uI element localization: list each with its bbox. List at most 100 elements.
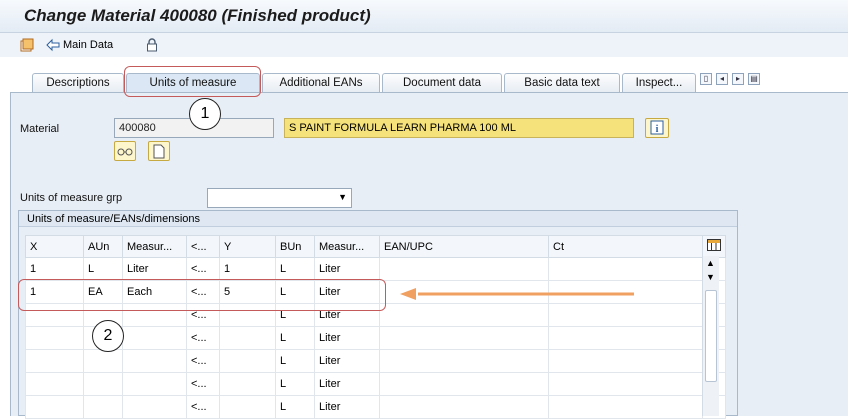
table-row[interactable]: <... L Liter bbox=[25, 395, 726, 419]
cell-aun[interactable] bbox=[83, 395, 123, 419]
display-button[interactable] bbox=[114, 141, 136, 161]
cell-measure: Liter bbox=[122, 257, 187, 281]
cell-measure-base: Liter bbox=[314, 349, 380, 373]
cell-x[interactable] bbox=[25, 326, 84, 350]
tab-label: Document data bbox=[403, 77, 481, 89]
info-icon: i bbox=[646, 120, 668, 140]
cell-x[interactable] bbox=[25, 372, 84, 396]
uom-grp-label: Units of measure grp bbox=[20, 192, 123, 204]
cell-aun[interactable]: L bbox=[83, 257, 123, 281]
cell-ct[interactable] bbox=[548, 349, 703, 373]
table-row[interactable]: <... L Liter bbox=[25, 349, 726, 373]
cell-x[interactable] bbox=[25, 395, 84, 419]
scroll-down-icon[interactable]: ▼ bbox=[706, 272, 715, 282]
cell-ct[interactable] bbox=[548, 326, 703, 350]
table-row[interactable]: <... L Liter bbox=[25, 372, 726, 396]
material-description-field[interactable]: S PAINT FORMULA LEARN PHARMA 100 ML bbox=[284, 118, 634, 138]
highlight-tab-box bbox=[124, 66, 261, 97]
cell-ean[interactable] bbox=[379, 395, 549, 419]
column-header[interactable]: X bbox=[25, 235, 84, 258]
cell-x[interactable]: 1 bbox=[25, 257, 84, 281]
cell-y[interactable] bbox=[219, 395, 276, 419]
table-settings-icon bbox=[707, 239, 721, 254]
cell-measure-base: Liter bbox=[314, 372, 380, 396]
uom-grp-dropdown[interactable]: ▼ bbox=[207, 188, 352, 208]
cell-ean[interactable] bbox=[379, 257, 549, 281]
cell-ean[interactable] bbox=[379, 372, 549, 396]
tab-label: Descriptions bbox=[46, 77, 110, 89]
chevron-down-icon: ▼ bbox=[338, 192, 347, 202]
highlight-row-box bbox=[18, 279, 386, 311]
tab-list-icon[interactable]: ▯ bbox=[700, 73, 712, 85]
cell-ean[interactable] bbox=[379, 303, 549, 327]
tab-document-data[interactable]: Document data bbox=[382, 73, 502, 92]
new-doc-icon bbox=[149, 144, 169, 163]
column-header[interactable]: Y bbox=[219, 235, 276, 258]
application-toolbar: Main Data bbox=[0, 33, 848, 57]
tab-additional-eans[interactable]: Additional EANs bbox=[262, 73, 380, 92]
glasses-icon bbox=[115, 148, 135, 163]
table-row[interactable]: <... L Liter bbox=[25, 326, 726, 350]
cell-ct[interactable] bbox=[548, 372, 703, 396]
column-header[interactable]: Measur... bbox=[122, 235, 187, 258]
cell-y[interactable] bbox=[219, 326, 276, 350]
cell-lt: <... bbox=[186, 257, 220, 281]
scroll-up-icon[interactable]: ▲ bbox=[706, 258, 715, 268]
tab-next-icon[interactable]: ▸ bbox=[732, 73, 744, 85]
back-arrow-icon bbox=[46, 38, 60, 52]
cell-x[interactable] bbox=[25, 349, 84, 373]
lock-button[interactable] bbox=[145, 37, 159, 53]
other-material-button[interactable] bbox=[20, 37, 34, 53]
tab-menu-icon[interactable]: ▤ bbox=[748, 73, 760, 85]
annotation-arrow bbox=[400, 288, 634, 300]
table-settings-button[interactable] bbox=[702, 235, 726, 258]
cell-measure bbox=[122, 395, 187, 419]
svg-text:i: i bbox=[656, 124, 659, 135]
tab-descriptions[interactable]: Descriptions bbox=[32, 73, 124, 92]
tab-label: Additional EANs bbox=[279, 77, 363, 89]
cell-y[interactable] bbox=[219, 349, 276, 373]
cell-bun: L bbox=[275, 326, 315, 350]
cell-ct[interactable] bbox=[548, 395, 703, 419]
cell-lt: <... bbox=[186, 349, 220, 373]
cell-bun: L bbox=[275, 372, 315, 396]
cell-aun[interactable] bbox=[83, 372, 123, 396]
table-row[interactable]: 1 L Liter <... 1 L Liter bbox=[25, 257, 726, 281]
create-button[interactable] bbox=[148, 141, 170, 161]
tab-basic-data-text[interactable]: Basic data text bbox=[504, 73, 620, 92]
column-header[interactable]: EAN/UPC bbox=[379, 235, 549, 258]
column-header[interactable]: <... bbox=[186, 235, 220, 258]
lock-icon bbox=[145, 38, 159, 52]
material-label: Material bbox=[20, 123, 60, 135]
cell-bun: L bbox=[275, 257, 315, 281]
cell-y[interactable]: 1 bbox=[219, 257, 276, 281]
cell-measure-base: Liter bbox=[314, 395, 380, 419]
cell-lt: <... bbox=[186, 326, 220, 350]
info-button[interactable]: i bbox=[645, 118, 669, 138]
tab-inspection[interactable]: Inspect... bbox=[622, 73, 696, 92]
cell-ct[interactable] bbox=[548, 257, 703, 281]
scroll-thumb[interactable] bbox=[705, 290, 717, 382]
column-header[interactable]: AUn bbox=[83, 235, 123, 258]
cell-ean[interactable] bbox=[379, 349, 549, 373]
cell-bun: L bbox=[275, 349, 315, 373]
table-header-row: X AUn Measur... <... Y BUn Measur... EAN… bbox=[25, 235, 726, 258]
cell-ct[interactable] bbox=[548, 303, 703, 327]
cell-measure bbox=[122, 326, 187, 350]
annotation-circle-2: 2 bbox=[92, 320, 124, 352]
column-header[interactable]: Measur... bbox=[314, 235, 380, 258]
cell-aun[interactable] bbox=[83, 349, 123, 373]
cell-measure-base: Liter bbox=[314, 326, 380, 350]
column-header[interactable]: Ct bbox=[548, 235, 703, 258]
cell-y[interactable] bbox=[219, 372, 276, 396]
tab-label: Basic data text bbox=[524, 77, 600, 89]
column-header[interactable]: BUn bbox=[275, 235, 315, 258]
tab-prev-icon[interactable]: ◂ bbox=[716, 73, 728, 85]
cell-bun: L bbox=[275, 395, 315, 419]
group-title: Units of measure/EANs/dimensions bbox=[19, 211, 737, 227]
cell-measure-base: Liter bbox=[314, 257, 380, 281]
main-data-button[interactable]: Main Data bbox=[46, 37, 113, 53]
cell-lt: <... bbox=[186, 395, 220, 419]
table-vertical-scrollbar[interactable]: ▲ ▼ bbox=[702, 256, 719, 416]
cell-ean[interactable] bbox=[379, 326, 549, 350]
